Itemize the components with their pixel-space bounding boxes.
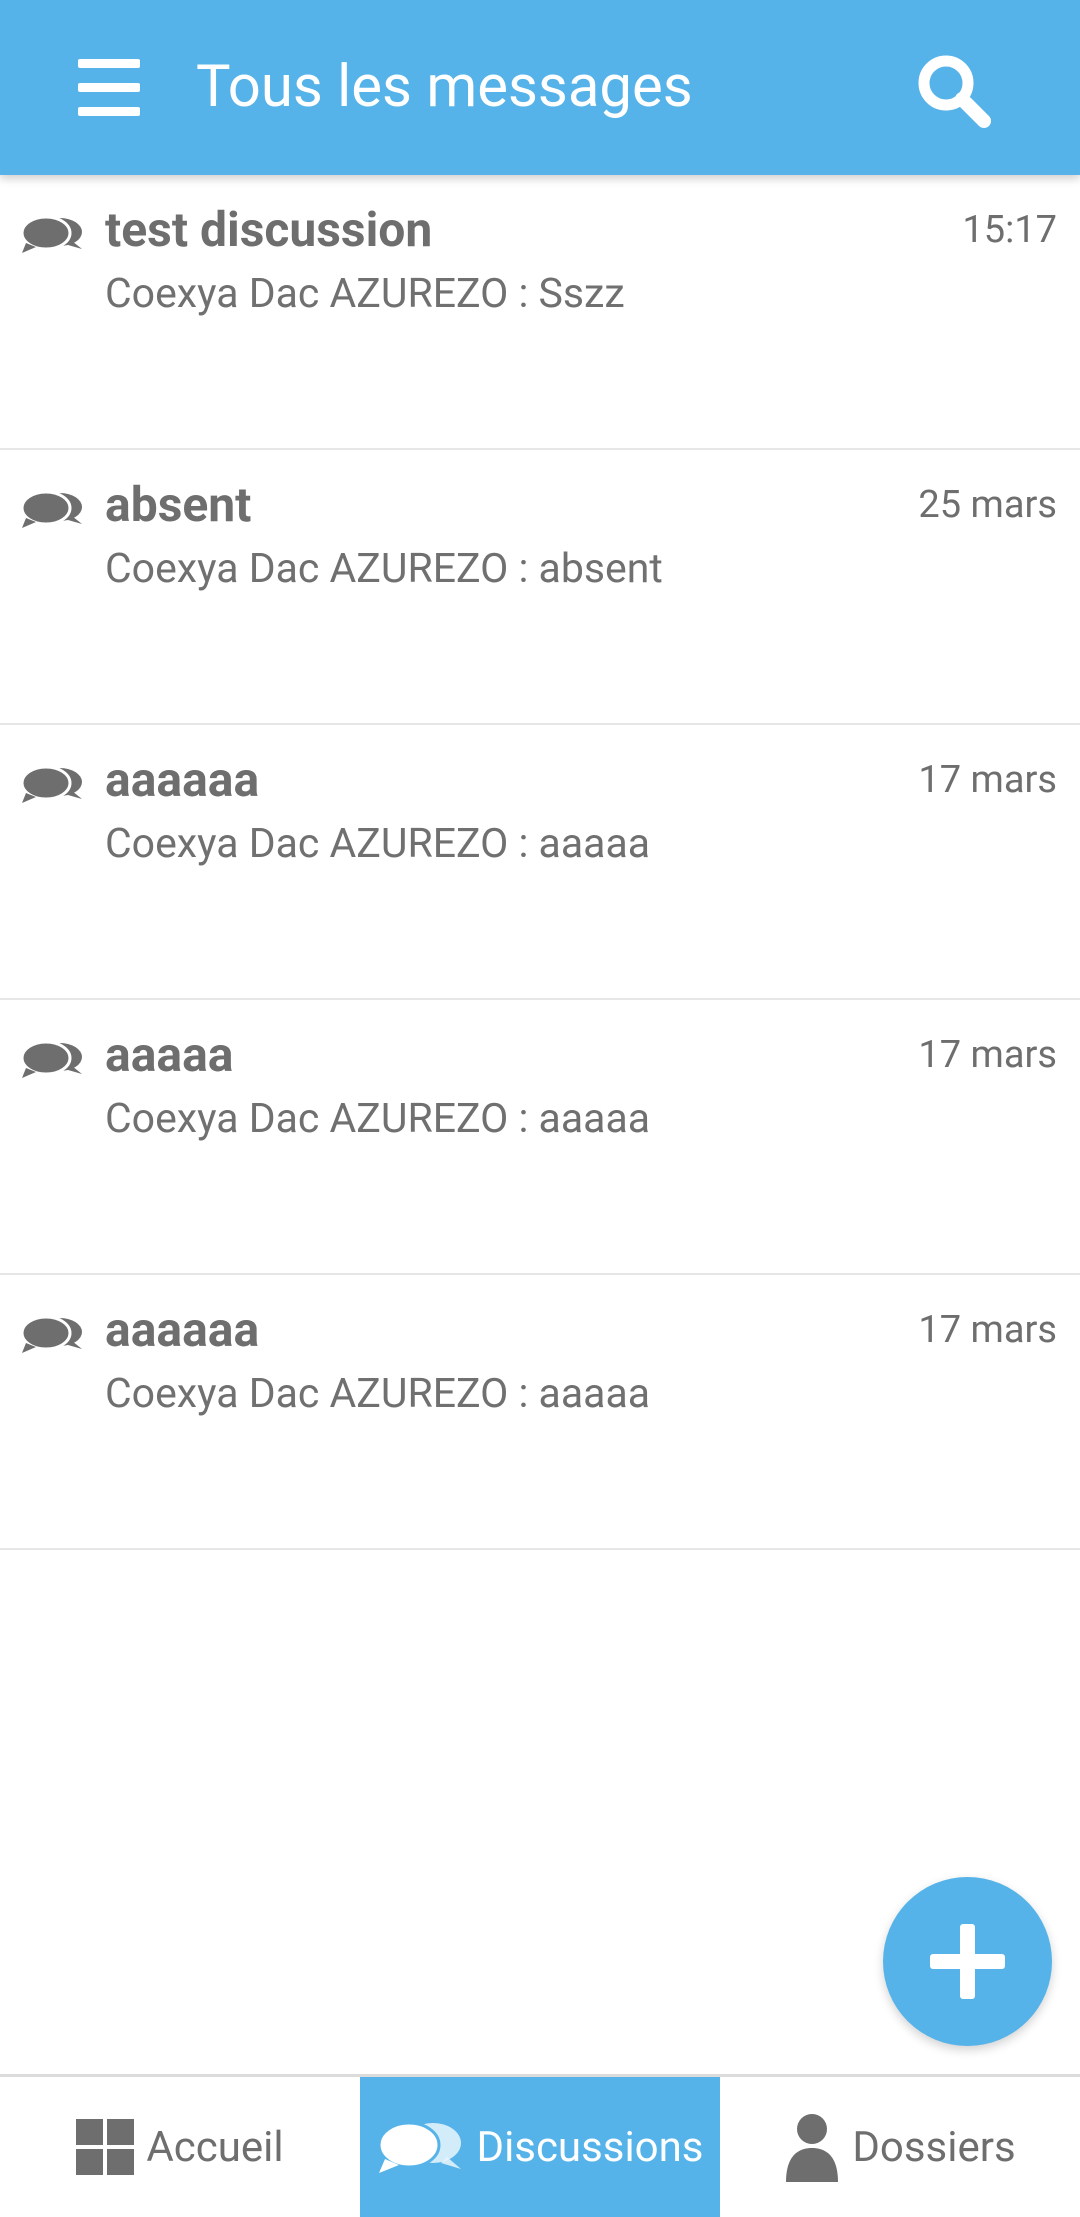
chat-bubbles-icon (20, 213, 84, 257)
discussion-row[interactable]: aaaaaa Coexya Dac AZUREZO : aaaaa 17 mar… (0, 1275, 1080, 1550)
chat-bubbles-icon (20, 1038, 84, 1082)
nav-label: Accueil (146, 2122, 284, 2172)
nav-item-discussions[interactable]: Discussions (360, 2077, 720, 2217)
discussion-row[interactable]: test discussion Coexya Dac AZUREZO : Ssz… (0, 175, 1080, 450)
nav-item-dossiers[interactable]: Dossiers (720, 2077, 1080, 2217)
app-root: Tous les messages test discussion Coexya… (0, 0, 1080, 2217)
discussion-row[interactable]: absent Coexya Dac AZUREZO : absent 25 ma… (0, 450, 1080, 725)
discussion-title: absent (105, 476, 252, 533)
discussion-title: aaaaaa (105, 1301, 260, 1358)
discussion-date: 17 mars (918, 1033, 1057, 1077)
discussion-date: 17 mars (918, 1308, 1057, 1352)
nav-label: Dossiers (852, 2122, 1016, 2172)
discussion-date: 15:17 (962, 208, 1057, 252)
discussion-preview: Coexya Dac AZUREZO : aaaaa (105, 1095, 651, 1143)
chat-bubbles-icon (20, 763, 84, 807)
nav-item-accueil[interactable]: Accueil (0, 2077, 360, 2217)
grid-icon (76, 2119, 135, 2175)
discussion-date: 25 mars (918, 483, 1057, 527)
discussion-row[interactable]: aaaaa Coexya Dac AZUREZO : aaaaa 17 mars (0, 1000, 1080, 1275)
discussion-date: 17 mars (918, 758, 1057, 802)
discussion-title: test discussion (105, 201, 433, 258)
search-icon[interactable] (908, 45, 998, 135)
chat-bubbles-icon (20, 488, 84, 532)
page-title: Tous les messages (196, 53, 693, 121)
discussion-preview: Coexya Dac AZUREZO : absent (105, 545, 663, 593)
discussion-preview: Coexya Dac AZUREZO : Sszz (105, 270, 625, 318)
discussion-list: test discussion Coexya Dac AZUREZO : Ssz… (0, 175, 1080, 1550)
discussion-title: aaaaa (105, 1026, 234, 1083)
discussion-preview: Coexya Dac AZUREZO : aaaaa (105, 1370, 651, 1418)
discussion-row[interactable]: aaaaaa Coexya Dac AZUREZO : aaaaa 17 mar… (0, 725, 1080, 1000)
chat-bubbles-icon (377, 2119, 465, 2175)
person-icon (784, 2112, 840, 2182)
discussion-title: aaaaaa (105, 751, 260, 808)
bottom-navigation: Accueil Discussions Dossiers (0, 2074, 1080, 2217)
hamburger-menu-icon[interactable] (60, 50, 160, 125)
new-discussion-button[interactable] (883, 1877, 1052, 2046)
chat-bubbles-icon (20, 1313, 84, 1357)
top-app-bar: Tous les messages (0, 0, 1080, 175)
nav-label: Discussions (476, 2122, 704, 2172)
discussion-preview: Coexya Dac AZUREZO : aaaaa (105, 820, 651, 868)
